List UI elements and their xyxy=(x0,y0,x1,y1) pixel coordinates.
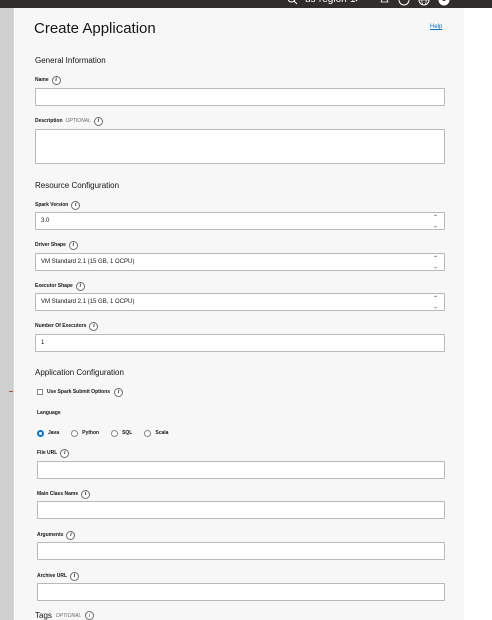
radio-unselected[interactable] xyxy=(71,429,79,437)
spark-version-value: 3.0 xyxy=(41,218,50,224)
executor-shape-label-text: Executor Shape xyxy=(35,283,73,289)
description-textarea[interactable] xyxy=(35,129,445,164)
driver-shape-select[interactable]: VM Standard 2.1 (15 GB, 1 OCPU) ⌃ ⌃ xyxy=(35,253,445,271)
tags-heading-text: Tags xyxy=(35,611,52,620)
driver-shape-value: VM Standard 2.1 (15 GB, 1 OCPU) xyxy=(41,259,135,265)
spark-submit-checkbox[interactable] xyxy=(37,389,43,395)
optional-tag: OPTIONAL xyxy=(55,612,82,619)
spark-version-label: Spark Version i xyxy=(35,200,81,210)
info-icon[interactable]: i xyxy=(70,571,80,581)
description-label: Description OPTIONAL i xyxy=(35,116,103,126)
top-bar: us-region-1 xyxy=(0,0,492,8)
file-url-input[interactable] xyxy=(37,461,445,479)
user-avatar-icon[interactable] xyxy=(438,0,450,6)
number-of-executors-label-text: Number Of Executors xyxy=(35,323,87,329)
executor-shape-label: Executor Shape i xyxy=(35,281,85,291)
select-arrows-icon: ⌃ ⌃ xyxy=(432,215,438,227)
driver-shape-label-text: Driver Shape xyxy=(35,242,66,248)
spark-submit-label: Use Spark Submit Options xyxy=(47,389,111,395)
main-class-name-label-text: Main Class Name xyxy=(37,491,79,497)
arguments-label: Arguments i xyxy=(37,530,76,540)
application-configuration-heading: Application Configuration xyxy=(35,368,124,377)
search-icon[interactable] xyxy=(287,0,298,5)
info-icon[interactable]: i xyxy=(93,116,103,126)
name-input[interactable] xyxy=(35,88,445,106)
executor-shape-select[interactable]: VM Standard 2.1 (15 GB, 1 OCPU) ⌃ ⌃ xyxy=(35,293,445,311)
language-option-scala[interactable]: Scala xyxy=(144,429,169,437)
driver-shape-label: Driver Shape i xyxy=(35,240,78,250)
info-icon[interactable]: i xyxy=(66,530,76,540)
info-icon[interactable]: i xyxy=(85,611,95,620)
main-class-name-input[interactable] xyxy=(37,501,445,519)
language-sql-label: SQL xyxy=(122,430,133,436)
file-url-label: File URL i xyxy=(37,448,70,458)
page-title: Create Application xyxy=(34,20,156,37)
info-icon[interactable]: i xyxy=(75,281,85,291)
create-application-panel: Create Application Help General Informat… xyxy=(13,8,464,620)
arguments-label-text: Arguments xyxy=(37,532,64,538)
language-option-sql[interactable]: SQL xyxy=(111,429,133,437)
right-edge-strip xyxy=(464,8,492,620)
file-url-label-text: File URL xyxy=(37,450,58,456)
info-icon[interactable]: i xyxy=(71,200,81,210)
help-link[interactable]: Help xyxy=(430,24,442,30)
spark-version-select[interactable]: 3.0 ⌃ ⌃ xyxy=(35,212,445,230)
chevron-down-icon[interactable] xyxy=(352,0,361,3)
language-option-java[interactable]: Java xyxy=(37,429,60,437)
spark-version-label-text: Spark Version xyxy=(35,202,69,208)
globe-icon[interactable] xyxy=(418,0,430,6)
main-class-name-label: Main Class Name i xyxy=(37,489,91,499)
language-option-python[interactable]: Python xyxy=(71,429,100,437)
info-icon[interactable]: i xyxy=(81,489,91,499)
help-circle-icon[interactable] xyxy=(398,0,410,6)
general-information-heading: General Information xyxy=(35,56,106,65)
language-radio-group: Java Python SQL Scala xyxy=(37,428,180,438)
region-selector[interactable]: us-region-1 xyxy=(305,0,356,7)
language-python-label: Python xyxy=(82,430,100,436)
spark-submit-option[interactable]: Use Spark Submit Options i xyxy=(37,387,124,397)
language-java-label: Java xyxy=(48,430,60,436)
archive-url-label-text: Archive URL xyxy=(37,573,68,579)
info-icon[interactable]: i xyxy=(89,321,99,331)
executor-shape-value: VM Standard 2.1 (15 GB, 1 OCPU) xyxy=(41,299,135,305)
tags-heading: Tags OPTIONAL i xyxy=(35,611,95,620)
info-icon[interactable]: i xyxy=(68,240,78,250)
radio-unselected[interactable] xyxy=(144,429,152,437)
number-of-executors-label: Number Of Executors i xyxy=(35,321,99,331)
radio-selected[interactable] xyxy=(37,429,44,437)
description-label-text: Description xyxy=(35,118,63,124)
radio-unselected[interactable] xyxy=(111,429,119,437)
name-label-text: Name xyxy=(35,77,49,83)
number-of-executors-input[interactable]: 1 xyxy=(35,334,445,352)
info-icon[interactable]: i xyxy=(114,387,124,397)
bell-icon[interactable] xyxy=(380,0,389,5)
info-icon[interactable]: i xyxy=(51,75,61,85)
archive-url-input[interactable] xyxy=(37,583,445,601)
resource-configuration-heading: Resource Configuration xyxy=(35,181,120,190)
select-arrows-icon: ⌃ ⌃ xyxy=(432,256,438,268)
language-label: Language xyxy=(37,410,61,416)
arguments-input[interactable] xyxy=(37,542,445,560)
name-label: Name i xyxy=(35,75,61,85)
info-icon[interactable]: i xyxy=(60,448,70,458)
select-arrows-icon: ⌃ ⌃ xyxy=(432,296,438,308)
language-scala-label: Scala xyxy=(155,430,169,436)
optional-tag: OPTIONAL xyxy=(65,118,91,124)
archive-url-label: Archive URL i xyxy=(37,571,80,581)
